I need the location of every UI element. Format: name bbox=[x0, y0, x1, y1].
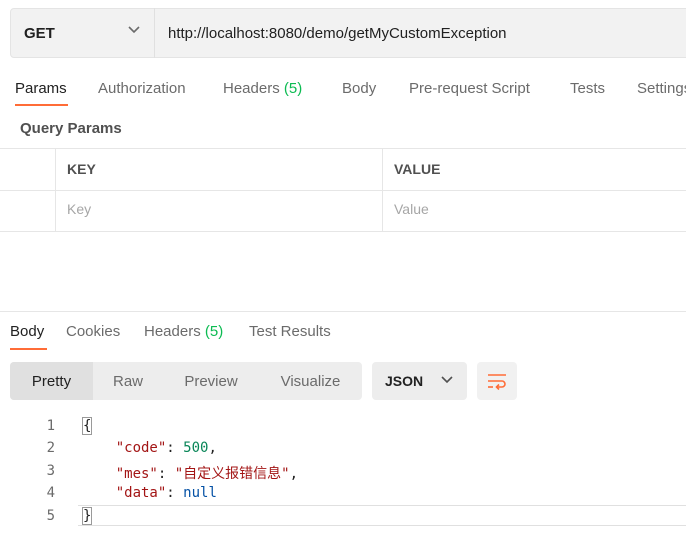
tab-label: Authorization bbox=[98, 80, 186, 97]
tab-label: Tests bbox=[570, 80, 606, 97]
json-comma: , bbox=[289, 466, 299, 482]
tab-label: Headers bbox=[223, 80, 280, 97]
view-visualize-button[interactable]: Visualize bbox=[259, 362, 362, 400]
tab-authorization[interactable]: Authorization bbox=[98, 80, 186, 97]
response-divider bbox=[0, 311, 686, 312]
response-tab-headers[interactable]: Headers (5) bbox=[144, 323, 223, 340]
response-tab-body[interactable]: Body bbox=[10, 323, 44, 340]
tab-body[interactable]: Body bbox=[342, 80, 376, 97]
line-number: 3 bbox=[46, 463, 55, 479]
json-value: "自定义报错信息" bbox=[174, 466, 290, 482]
tab-settings[interactable]: Settings bbox=[637, 80, 686, 97]
active-response-tab-indicator bbox=[10, 348, 47, 350]
close-brace: } bbox=[82, 507, 93, 525]
tab-params[interactable]: Params bbox=[15, 80, 67, 97]
json-key: "mes" bbox=[115, 466, 158, 482]
tab-pre-request-script[interactable]: Pre-request Script bbox=[409, 80, 530, 97]
chevron-down-icon bbox=[441, 376, 453, 384]
code-line: { bbox=[82, 417, 93, 435]
table-border bbox=[0, 190, 686, 191]
tab-label: Settings bbox=[637, 80, 686, 97]
param-key-input[interactable]: Key bbox=[67, 201, 367, 217]
tab-headers[interactable]: Headers (5) bbox=[223, 80, 302, 97]
json-value: 500 bbox=[183, 440, 209, 456]
view-raw-button[interactable]: Raw bbox=[93, 362, 163, 400]
format-label: JSON bbox=[385, 373, 424, 389]
param-value-input[interactable]: Value bbox=[394, 201, 674, 217]
line-number: 2 bbox=[46, 440, 55, 456]
url-input[interactable]: http://localhost:8080/demo/getMyCustomEx… bbox=[168, 8, 507, 58]
tab-label: Body bbox=[10, 323, 45, 340]
tab-label: Test Results bbox=[249, 323, 331, 340]
view-preview-button[interactable]: Preview bbox=[163, 362, 259, 400]
line-number: 5 bbox=[46, 508, 55, 524]
chevron-down-icon bbox=[128, 26, 140, 34]
column-header-value: VALUE bbox=[394, 161, 441, 177]
json-key: "data" bbox=[115, 485, 167, 501]
tab-label: Headers bbox=[144, 323, 201, 340]
method-select[interactable]: GET bbox=[10, 8, 155, 58]
tab-label: Pre-request Script bbox=[409, 80, 530, 97]
active-line-highlight bbox=[78, 505, 686, 526]
response-tab-cookies[interactable]: Cookies bbox=[66, 323, 120, 340]
line-number: 1 bbox=[46, 418, 55, 434]
table-border bbox=[0, 148, 686, 149]
view-pretty-button[interactable]: Pretty bbox=[10, 362, 93, 400]
open-brace: { bbox=[82, 417, 93, 435]
code-line: "data": null bbox=[115, 485, 217, 501]
format-select[interactable]: JSON bbox=[372, 362, 467, 400]
tab-label: Params bbox=[15, 80, 67, 97]
wrap-lines-icon bbox=[488, 374, 506, 390]
tab-tests[interactable]: Tests bbox=[570, 80, 605, 97]
active-tab-indicator bbox=[15, 104, 68, 106]
line-number: 4 bbox=[46, 485, 55, 501]
table-divider bbox=[382, 148, 383, 232]
query-params-title: Query Params bbox=[20, 120, 122, 137]
code-line: "code": 500, bbox=[115, 440, 217, 456]
json-comma: , bbox=[208, 440, 217, 456]
code-line: "mes": "自定义报错信息", bbox=[115, 466, 299, 482]
tab-label: Body bbox=[342, 80, 377, 97]
column-header-key: KEY bbox=[67, 161, 96, 177]
json-value: null bbox=[183, 485, 217, 501]
tab-count: (5) bbox=[204, 323, 224, 340]
json-key: "code" bbox=[115, 440, 167, 456]
tab-count: (5) bbox=[283, 80, 303, 97]
table-border bbox=[0, 231, 686, 232]
code-line: } bbox=[82, 507, 93, 525]
response-tab-test-results[interactable]: Test Results bbox=[249, 323, 331, 340]
wrap-lines-button[interactable] bbox=[477, 362, 517, 400]
tab-label: Cookies bbox=[66, 323, 121, 340]
method-label: GET bbox=[24, 24, 55, 42]
table-divider bbox=[55, 148, 56, 232]
